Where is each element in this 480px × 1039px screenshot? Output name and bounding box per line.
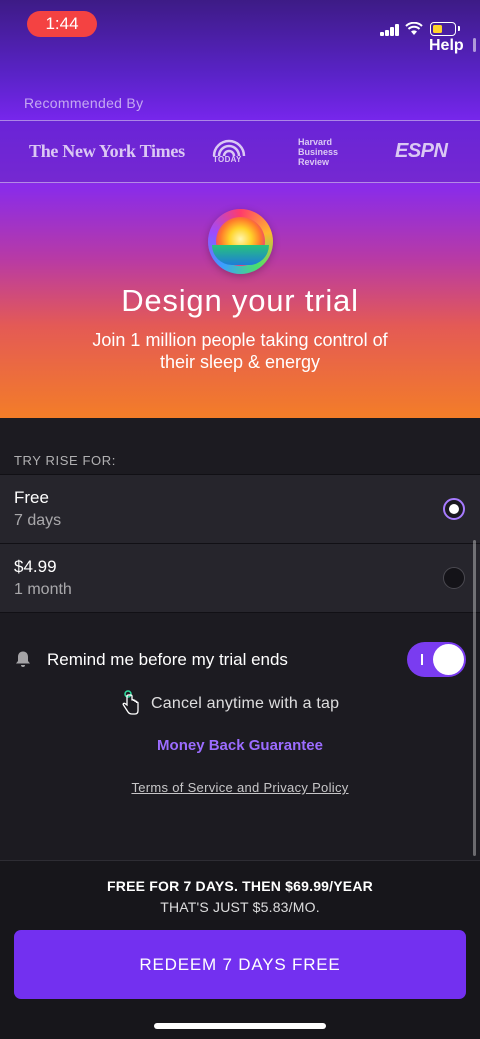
plan-option-free[interactable]: Free 7 days (0, 474, 480, 543)
bell-icon (16, 651, 30, 667)
scroll-indicator (473, 38, 476, 52)
redeem-button[interactable]: REDEEM 7 DAYS FREE (14, 930, 466, 999)
rise-app-icon (208, 209, 273, 274)
hbr-logo: Harvard Business Review (298, 137, 339, 167)
terms-privacy-link[interactable]: Terms of Service and Privacy Policy (0, 780, 480, 795)
plans-divider (0, 612, 480, 613)
recommended-label: Recommended By (24, 95, 144, 111)
plan-duration: 7 days (14, 512, 62, 529)
content-scroll-indicator (473, 540, 476, 856)
status-time[interactable]: 1:44 (27, 11, 97, 37)
money-back-guarantee-link[interactable]: Money Back Guarantee (0, 737, 480, 754)
plan-option-paid[interactable]: $4.99 1 month (0, 543, 480, 612)
price-summary: FREE FOR 7 DAYS. THEN $69.99/YEAR (107, 878, 373, 894)
page-title: Design your trial (121, 283, 359, 318)
press-logos-strip: The New York Times TODAY Harvard Business… (0, 120, 480, 183)
battery-icon (430, 22, 460, 36)
reminder-label: Remind me before my trial ends (47, 650, 288, 669)
plan-radio-selected[interactable] (443, 498, 465, 520)
home-indicator[interactable] (154, 1023, 326, 1029)
hero-subtitle-line2: their sleep & energy (159, 352, 321, 372)
plan-radio-unselected[interactable] (443, 567, 465, 589)
reminder-toggle[interactable] (407, 642, 466, 677)
cancel-note: Cancel anytime with a tap (151, 695, 340, 712)
plans-section-label: TRY RISE FOR: (14, 453, 116, 468)
plan-title: $4.99 (14, 557, 57, 576)
wifi-icon (405, 22, 423, 35)
tap-hand-icon (122, 690, 139, 715)
hero-subtitle-line1: Join 1 million people taking control of (92, 330, 388, 350)
today-logo: TODAY (212, 139, 246, 167)
status-bar: 1:44 (0, 0, 480, 50)
help-link[interactable]: Help (429, 37, 464, 55)
hero-section: 1:44 Help Recommended By The New York Ti… (0, 0, 480, 418)
price-per-month: THAT'S JUST $5.83/MO. (160, 899, 320, 915)
plan-title: Free (14, 488, 49, 507)
hero-subtitle: Join 1 million people taking control of … (40, 329, 440, 373)
nyt-logo: The New York Times (29, 141, 185, 161)
espn-logo: ESPN (395, 140, 448, 162)
plan-duration: 1 month (14, 581, 72, 598)
cellular-signal-icon (380, 24, 400, 36)
today-logo-text: TODAY (213, 155, 242, 164)
